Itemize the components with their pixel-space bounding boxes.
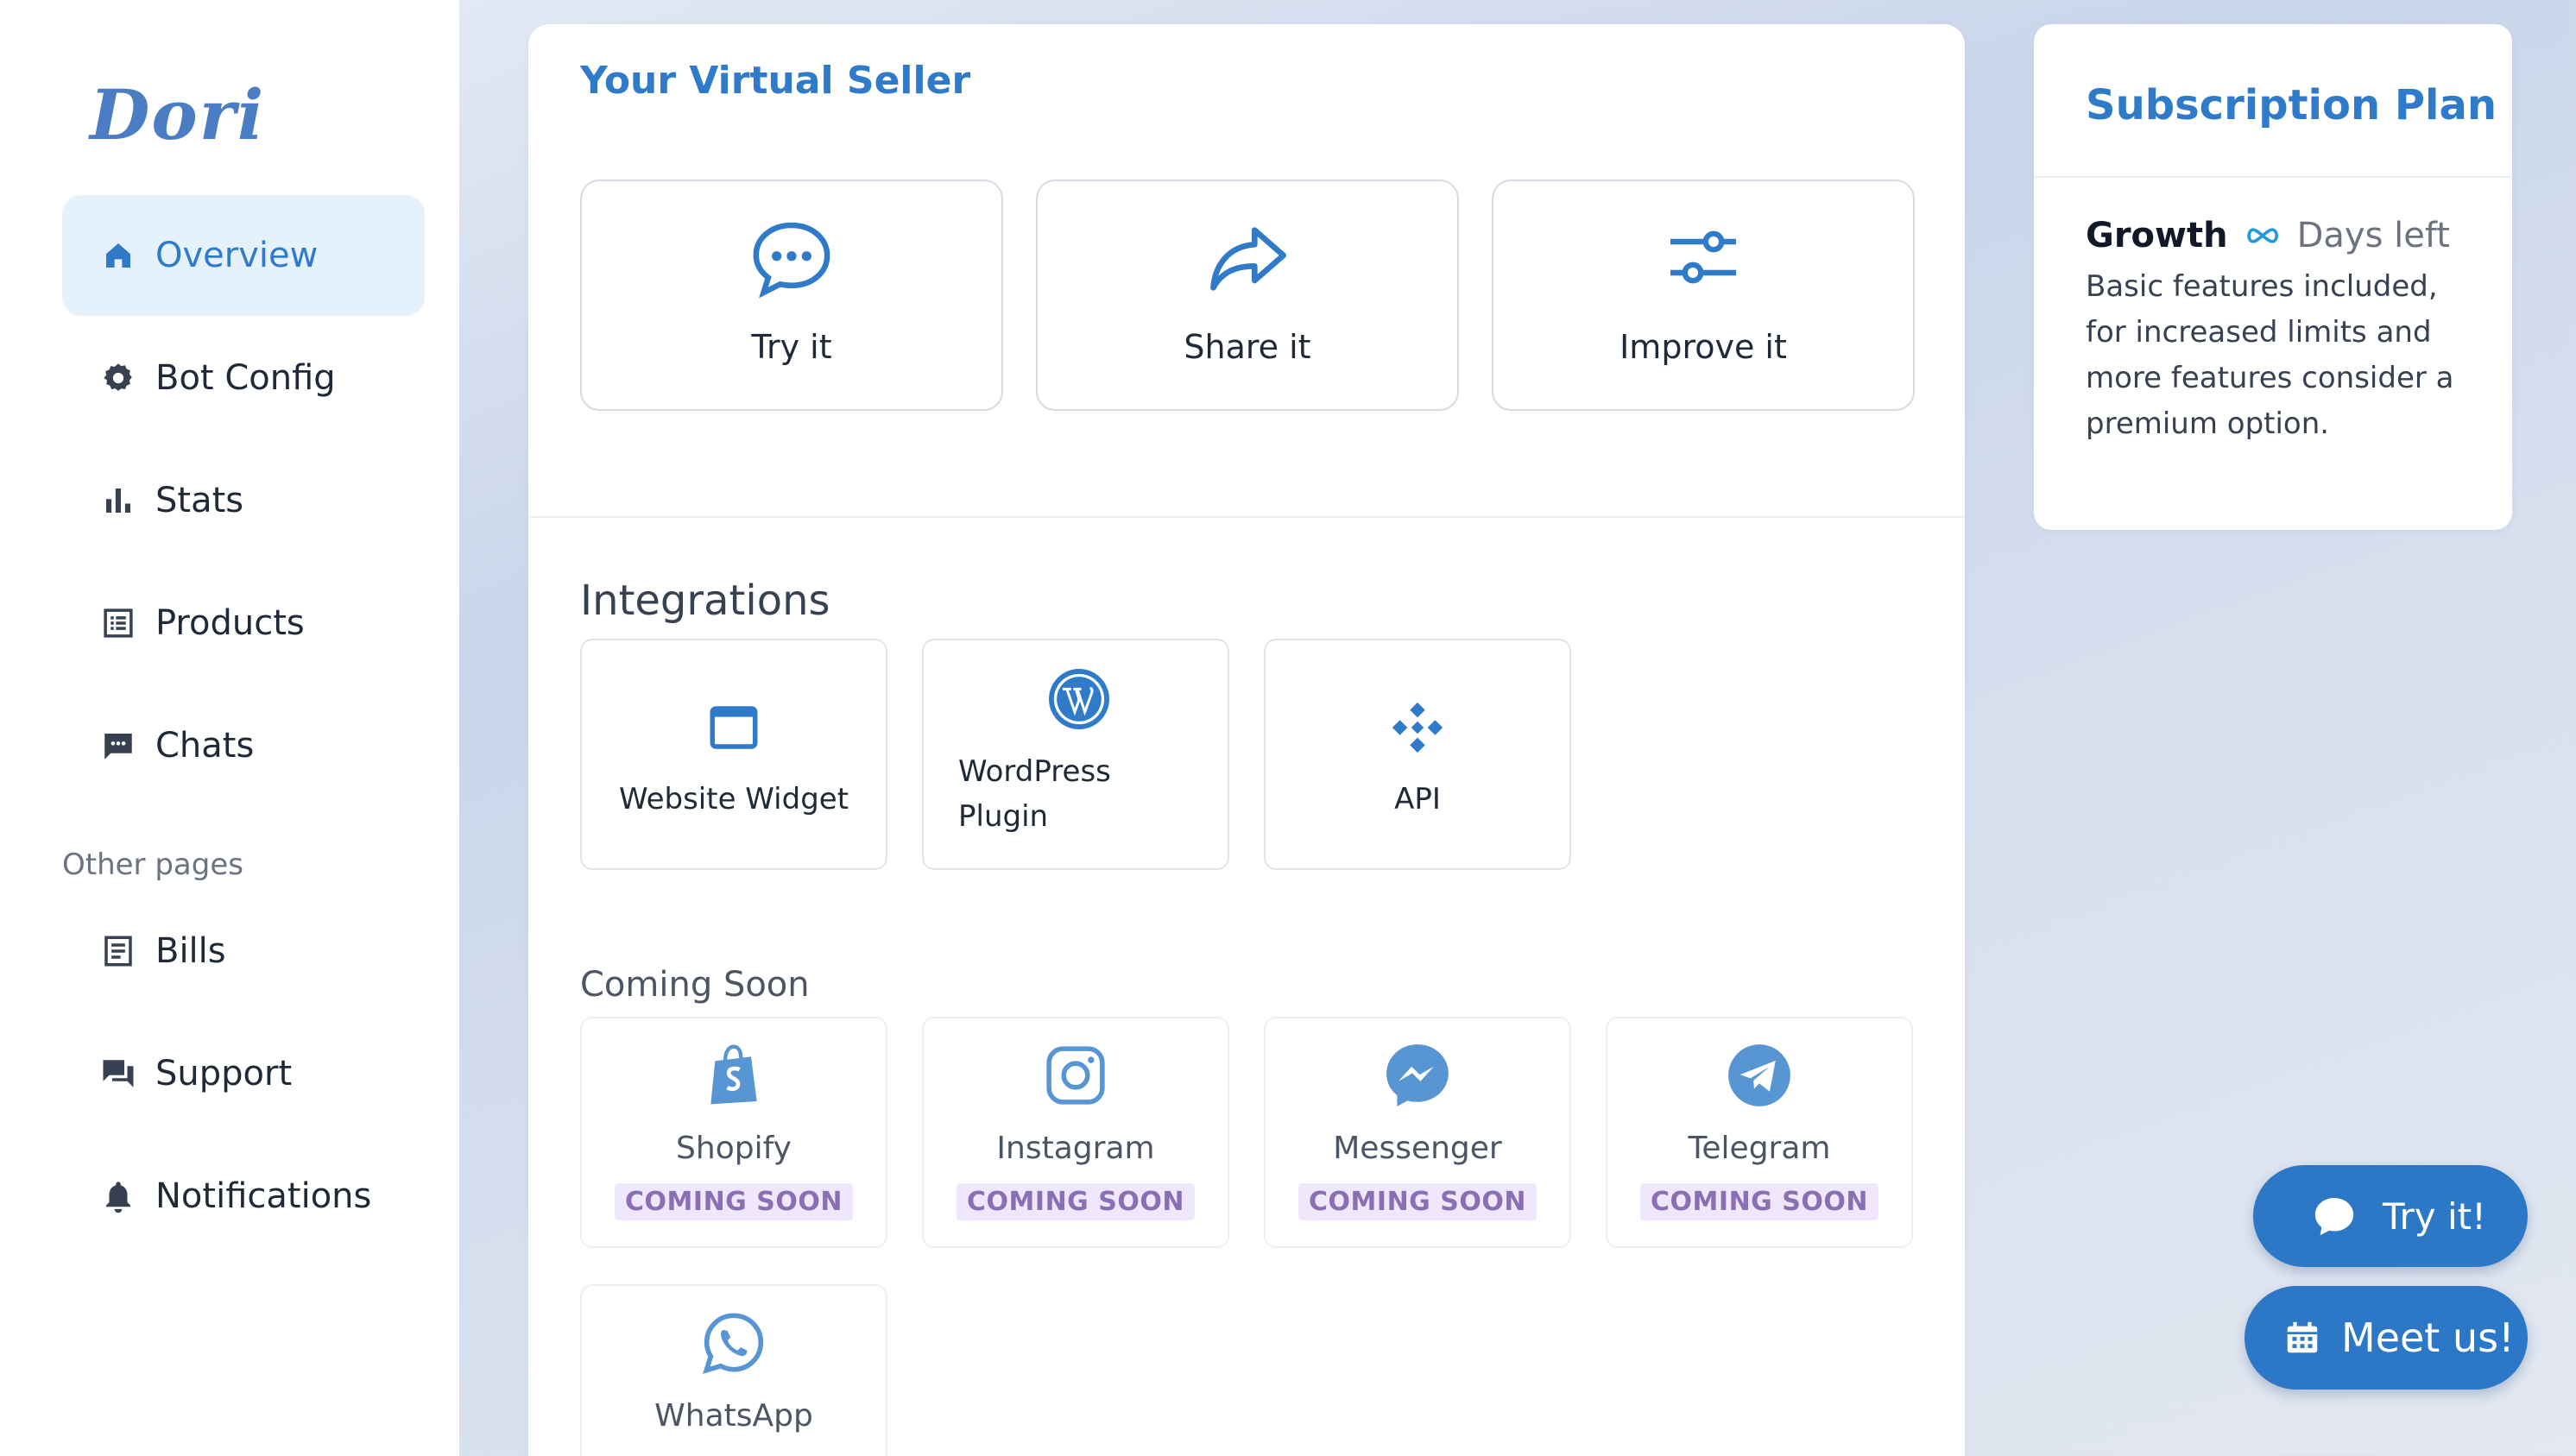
sidebar-item-label: Bot Config bbox=[155, 358, 336, 398]
sidebar-item-overview[interactable]: Overview bbox=[62, 195, 425, 316]
whatsapp-icon bbox=[698, 1307, 770, 1379]
coming-soon-badge: COMING SOON bbox=[1298, 1183, 1537, 1220]
instagram-icon bbox=[1039, 1039, 1112, 1112]
coming-soon-badge: COMING SOON bbox=[957, 1183, 1195, 1220]
sidebar-item-label: Bills bbox=[155, 931, 226, 971]
share-it-label: Share it bbox=[1184, 328, 1311, 366]
try-it-button-label: Try it! bbox=[2383, 1194, 2486, 1238]
api-icon bbox=[1387, 697, 1448, 758]
bar-chart-icon bbox=[100, 482, 136, 519]
shopify-label: Shopify bbox=[676, 1131, 792, 1166]
messenger-label: Messenger bbox=[1333, 1131, 1502, 1166]
api-card[interactable]: API bbox=[1264, 639, 1571, 870]
shopify-icon bbox=[698, 1039, 770, 1112]
messenger-icon bbox=[1381, 1039, 1454, 1112]
sidebar-item-label: Products bbox=[155, 603, 305, 643]
list-icon bbox=[100, 605, 136, 641]
app-logo[interactable]: Dori bbox=[90, 74, 265, 155]
wordpress-plugin-card[interactable]: WordPress Plugin bbox=[922, 639, 1229, 870]
plan-row: Growth Days left bbox=[2086, 216, 2450, 255]
plan-description: Basic features included, for increased l… bbox=[2086, 269, 2454, 441]
infinity-icon bbox=[2244, 226, 2282, 245]
wordpress-icon bbox=[1045, 665, 1114, 734]
try-it-label: Try it bbox=[751, 328, 832, 366]
sliders-icon bbox=[1657, 212, 1750, 306]
instagram-card: Instagram COMING SOON bbox=[922, 1017, 1229, 1248]
gear-icon bbox=[100, 360, 136, 396]
website-widget-label: Website Widget bbox=[618, 782, 849, 816]
bell-icon bbox=[100, 1178, 136, 1214]
sidebar-item-bot-config[interactable]: Bot Config bbox=[62, 318, 425, 438]
coming-soon-heading: Coming Soon bbox=[580, 965, 810, 1005]
sidebar: Dori Overview Bot Config Stats Products … bbox=[0, 0, 459, 1456]
sidebar-item-support[interactable]: Support bbox=[62, 1013, 425, 1134]
telegram-card: Telegram COMING SOON bbox=[1606, 1017, 1913, 1248]
share-it-card[interactable]: Share it bbox=[1036, 180, 1459, 411]
receipt-icon bbox=[100, 933, 136, 969]
meet-us-button-label: Meet us! bbox=[2341, 1314, 2515, 1361]
website-widget-card[interactable]: Website Widget bbox=[580, 639, 887, 870]
telegram-icon bbox=[1723, 1039, 1796, 1112]
sidebar-item-stats[interactable]: Stats bbox=[62, 440, 425, 561]
telegram-label: Telegram bbox=[1688, 1131, 1831, 1166]
sidebar-item-bills[interactable]: Bills bbox=[62, 891, 425, 1012]
sidebar-item-label: Overview bbox=[155, 236, 319, 275]
subscription-divider bbox=[2034, 176, 2512, 178]
days-left-label: Days left bbox=[2296, 216, 2450, 255]
improve-it-card[interactable]: Improve it bbox=[1492, 180, 1915, 411]
wordpress-plugin-label: WordPress Plugin bbox=[958, 754, 1111, 834]
plan-name: Growth bbox=[2086, 216, 2228, 255]
sidebar-item-label: Support bbox=[155, 1054, 293, 1094]
home-icon bbox=[100, 237, 136, 274]
messenger-card: Messenger COMING SOON bbox=[1264, 1017, 1571, 1248]
try-it-card[interactable]: Try it bbox=[580, 180, 1003, 411]
sidebar-item-products[interactable]: Products bbox=[62, 563, 425, 684]
sidebar-item-label: Chats bbox=[155, 726, 255, 766]
sidebar-item-label: Stats bbox=[155, 481, 244, 520]
browser-window-icon bbox=[704, 697, 764, 758]
virtual-seller-panel: Your Virtual Seller Try it Share it Impr… bbox=[528, 24, 1965, 1456]
sidebar-item-notifications[interactable]: Notifications bbox=[62, 1136, 425, 1257]
sidebar-item-label: Notifications bbox=[155, 1176, 372, 1216]
integrations-heading: Integrations bbox=[580, 577, 830, 625]
share-arrow-icon bbox=[1201, 212, 1294, 306]
virtual-seller-title: Your Virtual Seller bbox=[580, 59, 971, 103]
improve-it-label: Improve it bbox=[1619, 328, 1787, 366]
coming-soon-badge: COMING SOON bbox=[615, 1183, 853, 1220]
instagram-label: Instagram bbox=[996, 1131, 1155, 1166]
whatsapp-card: WhatsApp bbox=[580, 1284, 887, 1456]
speech-bubble-icon bbox=[745, 212, 838, 306]
shopify-card: Shopify COMING SOON bbox=[580, 1017, 887, 1248]
other-pages-heading: Other pages bbox=[62, 848, 243, 882]
api-label: API bbox=[1394, 782, 1441, 816]
coming-soon-badge: COMING SOON bbox=[1640, 1183, 1878, 1220]
try-it-floating-button[interactable]: Try it! bbox=[2253, 1165, 2528, 1267]
subscription-title: Subscription Plan bbox=[2086, 81, 2497, 129]
chat-icon bbox=[100, 728, 136, 764]
whatsapp-label: WhatsApp bbox=[654, 1398, 813, 1434]
section-divider bbox=[528, 516, 1965, 518]
sidebar-item-chats[interactable]: Chats bbox=[62, 685, 425, 806]
subscription-card: Subscription Plan Growth Days left Basic… bbox=[2034, 24, 2512, 530]
calendar-icon bbox=[2282, 1318, 2322, 1358]
chat-bubble-icon bbox=[2310, 1192, 2358, 1240]
meet-us-floating-button[interactable]: Meet us! bbox=[2245, 1286, 2528, 1390]
support-chat-icon bbox=[100, 1056, 136, 1092]
